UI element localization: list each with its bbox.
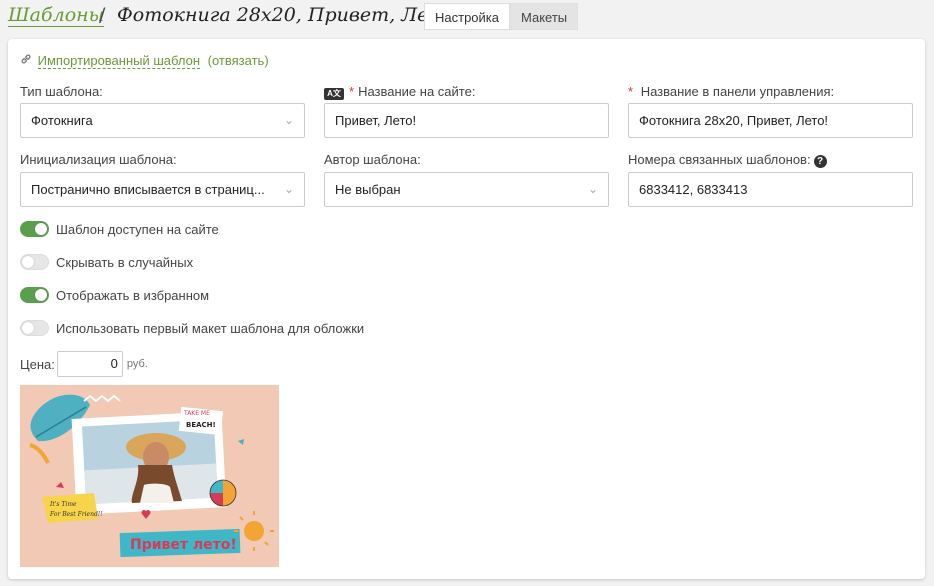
price-unit: руб. — [126, 358, 148, 370]
init-value: Постранично вписывается в страниц... — [31, 182, 265, 197]
init-label: Инициализация шаблона: — [20, 152, 177, 167]
template-type-select[interactable]: Фотокнига ⌄ — [20, 103, 305, 138]
settings-card: Импортированный шаблон (отвязать) Тип ша… — [8, 39, 925, 579]
init-select[interactable]: Постранично вписывается в страниц... ⌄ — [20, 172, 305, 207]
sticker-beach: BEACH! — [186, 421, 216, 429]
price-label: Цена: — [20, 356, 55, 372]
price-input[interactable]: 0 — [56, 351, 123, 377]
toggle-label: Шаблон доступен на сайте — [56, 221, 219, 237]
page-title: Фотокнига 28х20, Привет, Лето! — [117, 4, 466, 26]
linked-templates-input[interactable]: 6833412, 6833413 — [628, 172, 913, 207]
toggle-knob — [22, 322, 34, 334]
author-select[interactable]: Не выбран ⌄ — [324, 172, 609, 207]
available-on-site-toggle[interactable] — [20, 221, 49, 237]
admin-name-input[interactable]: Фотокнига 28х20, Привет, Лето! — [628, 103, 913, 138]
toggle-label: Отображать в избранном — [56, 287, 210, 303]
use-first-layout-cover-toggle[interactable] — [20, 320, 49, 336]
author-label: Автор шаблона: — [324, 152, 421, 167]
required-mark: * — [628, 84, 634, 99]
tab-bar: Настройка Макеты — [424, 3, 579, 30]
linked-label: Номера связанных шаблонов: — [628, 152, 811, 167]
preview-banner-text: Привет лето! — [130, 537, 237, 553]
translate-icon[interactable]: A文 — [324, 88, 344, 100]
toggle-row-favorites: Отображать в избранном — [20, 287, 209, 303]
template-type-label: Тип шаблона: — [20, 84, 103, 99]
price-row: Цена: 0 руб. — [20, 351, 148, 377]
note-line-2: For Best Friend!! — [49, 511, 103, 518]
preview-artwork: TAKE ME BEACH! It's Time For Best Friend… — [20, 385, 279, 567]
toggle-label: Скрывать в случайных — [56, 254, 194, 270]
chevron-down-icon: ⌄ — [283, 113, 294, 127]
hide-in-random-toggle[interactable] — [20, 254, 49, 270]
toggle-knob — [35, 223, 47, 235]
tab-settings[interactable]: Настройка — [424, 3, 510, 30]
template-preview-image[interactable]: TAKE ME BEACH! It's Time For Best Friend… — [20, 385, 279, 567]
chevron-down-icon: ⌄ — [587, 182, 598, 196]
site-name-label-wrap: A文 * Название на сайте: — [324, 84, 475, 100]
site-name-label: Название на сайте: — [358, 84, 476, 99]
admin-name-label-wrap: * Название в панели управления: — [628, 84, 834, 99]
import-row: Импортированный шаблон (отвязать) — [20, 53, 269, 69]
site-name-input[interactable]: Привет, Лето! — [324, 103, 609, 138]
breadcrumb-templates-link[interactable]: Шаблоны — [8, 4, 105, 27]
author-value: Не выбран — [335, 182, 401, 197]
admin-name-label: Название в панели управления: — [640, 84, 835, 99]
toggle-row-available: Шаблон доступен на сайте — [20, 221, 219, 237]
question-icon[interactable]: ? — [813, 155, 827, 168]
show-in-favorites-toggle[interactable] — [20, 287, 49, 303]
imported-template-link[interactable]: Импортированный шаблон — [37, 53, 201, 69]
toggle-label: Использовать первый макет шаблона для об… — [56, 320, 365, 336]
link-icon — [20, 53, 34, 68]
toggle-row-cover: Использовать первый макет шаблона для об… — [20, 320, 364, 336]
chevron-down-icon: ⌄ — [283, 182, 294, 196]
unlink-button[interactable]: (отвязать) — [208, 53, 269, 68]
toggle-knob — [35, 289, 47, 301]
top-bar: Шаблоны / Фотокнига 28х20, Привет, Лето!… — [0, 0, 934, 36]
tab-layouts[interactable]: Макеты — [510, 3, 579, 30]
sticker-take-me: TAKE ME — [183, 410, 210, 417]
toggle-row-hide-random: Скрывать в случайных — [20, 254, 193, 270]
toggle-knob — [22, 256, 34, 268]
note-line-1: It's Time — [49, 501, 77, 508]
required-mark: * — [349, 84, 355, 99]
template-type-value: Фотокнига — [31, 113, 93, 128]
linked-label-wrap: Номера связанных шаблонов:? — [628, 152, 827, 168]
breadcrumb-separator: / — [99, 4, 106, 26]
